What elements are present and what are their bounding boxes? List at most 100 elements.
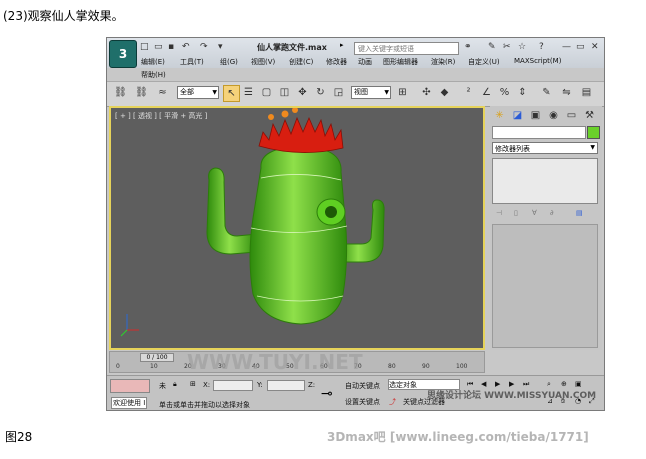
move-icon[interactable]: ✥ <box>295 85 310 100</box>
selection-filter-dropdown[interactable]: 全部 <box>177 86 219 99</box>
caption: (23)观察仙人掌效果。 <box>3 9 124 23</box>
select-object-icon[interactable]: ↖ <box>223 85 240 102</box>
select-by-name-icon[interactable]: ☰ <box>241 85 256 100</box>
favorites-star-icon[interactable]: ☆ <box>518 42 526 52</box>
search-input[interactable]: 键入关键字或短语 <box>354 42 459 55</box>
menu-rendering[interactable]: 渲染(R) <box>431 57 455 67</box>
set-key-icon[interactable]: ⊸ <box>321 386 333 402</box>
rollout-area <box>492 224 598 348</box>
object-color-swatch[interactable] <box>587 126 600 139</box>
link-icon[interactable]: ⛓ <box>113 85 128 100</box>
display-tab-icon[interactable]: ▭ <box>564 108 579 123</box>
menu-maxscript[interactable]: MAXScript(M) <box>514 57 561 65</box>
missyuan-watermark: 思缘设计论坛 WWW.MISSYUAN.COM <box>427 391 597 401</box>
window-crossing-icon[interactable]: ◫ <box>277 85 292 100</box>
rotate-icon[interactable]: ↻ <box>313 85 328 100</box>
percent-snap-icon[interactable]: % <box>497 85 512 100</box>
chevron-down-icon: ▼ <box>590 144 595 151</box>
figure-label: 图28 <box>5 430 33 444</box>
menu-edit[interactable]: 编辑(E) <box>141 57 165 67</box>
make-unique-icon[interactable]: ∀ <box>532 209 537 217</box>
rect-selection-icon[interactable]: ▢ <box>259 85 274 100</box>
key-mode-icon[interactable]: ⤴ <box>389 397 396 407</box>
align-icon[interactable]: ▤ <box>579 85 594 100</box>
tick-label: 100 <box>456 363 468 370</box>
menu-modifiers[interactable]: 修改器 <box>326 57 347 67</box>
window-title: 仙人掌跑文件.max <box>257 43 327 52</box>
spinner-snap-icon[interactable]: ⇕ <box>515 85 530 100</box>
select-manipulate-icon[interactable]: ✣ <box>419 85 434 100</box>
show-end-result-icon[interactable]: ▯ <box>514 209 518 217</box>
auto-key-button[interactable]: 自动关键点 <box>345 381 380 391</box>
menu-views[interactable]: 视图(V) <box>251 57 275 67</box>
bind-space-warp-icon[interactable]: ≈ <box>155 85 170 100</box>
maxscript-listener[interactable] <box>110 379 150 393</box>
close-icon[interactable]: ✕ <box>591 42 599 52</box>
open-folder-icon[interactable]: ▭ <box>154 42 163 52</box>
mirror-icon[interactable]: ⇋ <box>559 85 574 100</box>
snaps-toggle-icon[interactable]: ² <box>461 85 476 100</box>
cactus-render[interactable] <box>111 108 483 348</box>
tick-label: 0 <box>116 363 120 370</box>
x-label: X: <box>203 381 211 389</box>
object-name-field[interactable] <box>492 126 586 139</box>
named-selection-icon[interactable]: ✎ <box>539 85 554 100</box>
maximize-icon[interactable]: ▭ <box>576 42 585 52</box>
save-icon[interactable]: ▪ <box>168 42 174 52</box>
perspective-viewport[interactable]: [ + ] [ 透视 ] [ 平滑 + 高光 ] <box>109 106 485 350</box>
communication-icon[interactable]: ✂ <box>503 42 511 52</box>
project-folder-icon[interactable]: ▾ <box>218 42 223 52</box>
menu-create[interactable]: 创建(C) <box>289 57 313 67</box>
main-toolbar: ⛓ ⛓ ≈ 全部 ↖ ☰ ▢ ◫ ✥ ↻ ◲ 视图 ⊞ ✣ ◆ ² ∠ % ⇕ … <box>107 81 604 107</box>
pivot-center-icon[interactable]: ⊞ <box>395 85 410 100</box>
tuyi-watermark: WWW.TUYI.NET <box>187 350 363 374</box>
z-label: Z: <box>308 381 316 389</box>
command-panel-tabs: ✳ ◪ ▣ ◉ ▭ ⚒ <box>492 108 600 122</box>
play-icon[interactable]: ▶ <box>495 380 500 388</box>
reference-coord-dropdown[interactable]: 视图 <box>351 86 391 99</box>
undo-icon[interactable]: ↶ <box>182 42 190 52</box>
pin-stack-icon[interactable]: ⊣ <box>496 209 502 217</box>
time-slider-thumb[interactable]: 0 / 100 <box>140 353 174 362</box>
remove-modifier-icon[interactable]: ∂ <box>550 209 554 217</box>
help-icon[interactable]: ? <box>539 42 544 52</box>
menu-tools[interactable]: 工具(T) <box>180 57 204 67</box>
redo-icon[interactable]: ↷ <box>200 42 208 52</box>
zoom-extents-icon[interactable]: ▣ <box>575 380 582 388</box>
menu-graph-editors[interactable]: 图形编辑器 <box>383 57 418 67</box>
scale-icon[interactable]: ◲ <box>331 85 346 100</box>
angle-snap-icon[interactable]: ∠ <box>479 85 494 100</box>
menu-help[interactable]: 帮助(H) <box>141 70 166 80</box>
minimize-icon[interactable]: — <box>562 42 571 52</box>
binoculars-icon[interactable]: ⚭ <box>464 42 472 52</box>
unlink-icon[interactable]: ⛓ <box>134 85 149 100</box>
command-panel: ✳ ◪ ▣ ◉ ▭ ⚒ 修改器列表 ▼ ⊣ ▯ ∀ ∂ ▤ <box>490 106 602 350</box>
y-label: Y: <box>257 381 263 389</box>
menu-customize[interactable]: 自定义(U) <box>468 57 500 67</box>
utilities-tab-icon[interactable]: ⚒ <box>582 108 597 123</box>
tick-label: 90 <box>422 363 430 370</box>
app-logo-icon[interactable]: 3 <box>109 40 137 68</box>
hierarchy-tab-icon[interactable]: ▣ <box>528 108 543 123</box>
modifier-list-dropdown[interactable]: 修改器列表 ▼ <box>492 142 598 154</box>
absolute-mode-icon[interactable]: ⊞ <box>190 380 196 388</box>
motion-tab-icon[interactable]: ◉ <box>546 108 561 123</box>
create-tab-icon[interactable]: ✳ <box>492 108 507 123</box>
keyboard-shortcut-icon[interactable]: ◆ <box>437 85 452 100</box>
stack-tools: ⊣ ▯ ∀ ∂ ▤ <box>492 208 598 220</box>
set-key-button[interactable]: 设置关键点 <box>345 397 380 407</box>
y-coordinate-field[interactable] <box>267 380 305 391</box>
next-frame-icon[interactable]: ▶ <box>509 380 514 388</box>
subscription-icon[interactable]: ✎ <box>488 42 496 52</box>
new-file-icon[interactable]: □ <box>140 42 149 52</box>
lock-selection-icon[interactable]: 🔒︎ <box>173 380 177 389</box>
modifier-stack[interactable] <box>492 158 598 204</box>
menu-animation[interactable]: 动画 <box>358 57 372 67</box>
zoom-all-icon[interactable]: ⊕ <box>561 380 567 388</box>
configure-sets-icon[interactable]: ▤ <box>576 209 583 217</box>
menu-group[interactable]: 组(G) <box>220 57 238 67</box>
x-coordinate-field[interactable] <box>213 380 253 391</box>
selection-count: 未 <box>159 382 166 390</box>
prev-frame-icon[interactable]: ◀ <box>481 380 486 388</box>
modify-tab-icon[interactable]: ◪ <box>510 108 525 123</box>
